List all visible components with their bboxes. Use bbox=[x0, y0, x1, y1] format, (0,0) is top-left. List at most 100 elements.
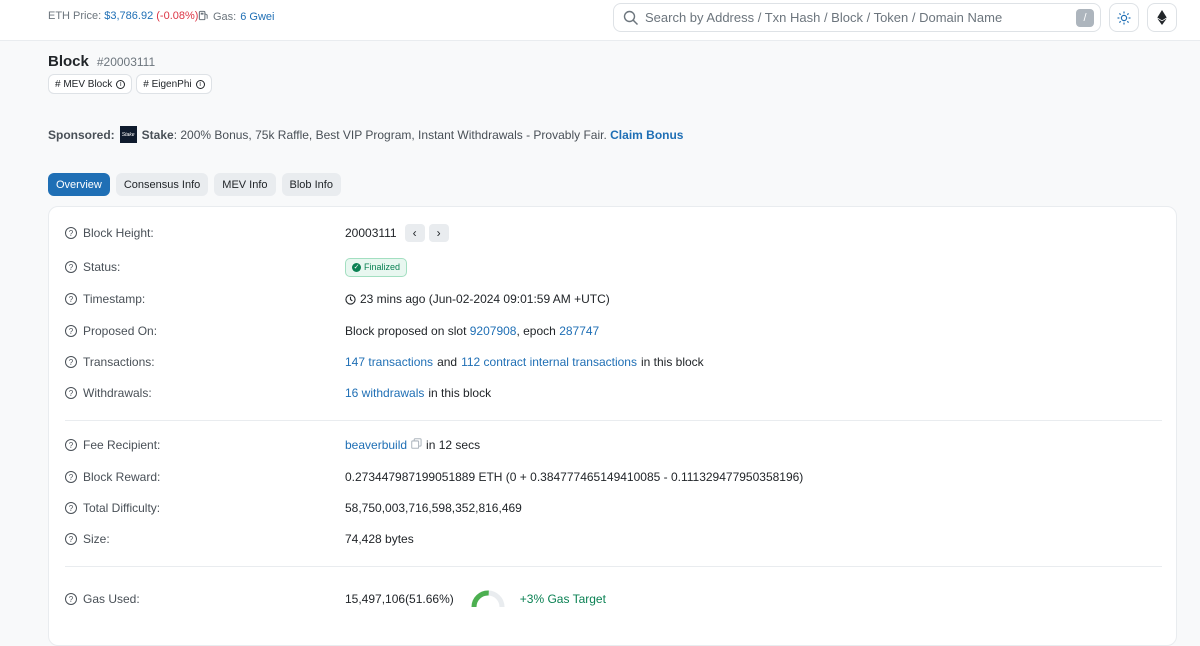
eth-price-change: (-0.08%) bbox=[156, 10, 199, 22]
sponsored-banner: Sponsored: Stake Stake: 200% Bonus, 75k … bbox=[48, 126, 683, 143]
search-shortcut-key: / bbox=[1076, 8, 1094, 27]
page-title-text: Block bbox=[48, 53, 89, 70]
copy-icon[interactable] bbox=[411, 438, 422, 452]
search-icon bbox=[623, 10, 639, 25]
check-circle-icon: ✓ bbox=[352, 262, 361, 272]
tab-consensus-info[interactable]: Consensus Info bbox=[115, 173, 209, 196]
tab-blob-info[interactable]: Blob Info bbox=[281, 173, 341, 196]
and-text: and bbox=[437, 355, 458, 369]
proposed-prefix: Block proposed on slot bbox=[345, 324, 467, 338]
row-label: Withdrawals: bbox=[83, 386, 152, 400]
network-button[interactable] bbox=[1147, 3, 1177, 32]
question-icon: ? bbox=[65, 533, 77, 545]
eth-price: ETH Price: $3,786.92 (-0.08%) bbox=[48, 10, 198, 22]
block-overview-card: ? Block Height: 20003111 ‹ › ? Status: ✓ F… bbox=[48, 206, 1177, 646]
divider bbox=[65, 566, 1162, 567]
withdrawals-link[interactable]: 16 withdrawals bbox=[345, 386, 424, 400]
row-label: Block Reward: bbox=[83, 470, 161, 484]
row-block-height: ? Block Height: 20003111 ‹ › bbox=[65, 223, 1162, 243]
sponsor-name: Stake bbox=[141, 127, 174, 142]
row-label: Timestamp: bbox=[83, 292, 146, 306]
sun-icon bbox=[1117, 11, 1131, 24]
block-number: #20003111 bbox=[96, 55, 156, 69]
status-badge: ✓ Finalized bbox=[345, 257, 408, 277]
row-label: Block Height: bbox=[83, 226, 154, 240]
stake-logo[interactable]: Stake bbox=[119, 126, 137, 143]
block-height-value: 20003111 bbox=[345, 226, 397, 240]
fee-recipient-link[interactable]: beaverbuild bbox=[345, 438, 407, 452]
question-icon: ? bbox=[65, 471, 77, 483]
question-icon: ? bbox=[65, 227, 77, 239]
block-reward-value: 0.273447987199051889 ETH (0 + 0.38477746… bbox=[345, 470, 804, 484]
total-difficulty-value: 58,750,003,716,598,352,816,469 bbox=[345, 501, 522, 515]
row-label: Transactions: bbox=[83, 355, 155, 369]
eth-price-value[interactable]: $3,786.92 bbox=[104, 10, 153, 22]
tab-bar: Overview Consensus Info MEV Info Blob In… bbox=[48, 173, 341, 196]
question-icon: ? bbox=[65, 439, 77, 451]
row-size: ? Size: 74,428 bytes bbox=[65, 529, 1162, 549]
internal-transactions-link[interactable]: 112 contract internal transactions bbox=[461, 355, 637, 369]
next-block-button[interactable]: › bbox=[428, 224, 449, 242]
claim-bonus-link[interactable]: Claim Bonus bbox=[610, 128, 683, 142]
theme-toggle-button[interactable] bbox=[1109, 3, 1139, 32]
row-label: Proposed On: bbox=[83, 324, 158, 338]
row-label: Total Difficulty: bbox=[83, 501, 161, 515]
gas-gauge bbox=[471, 590, 505, 608]
question-icon: ? bbox=[65, 356, 77, 368]
withdrawals-suffix: in this block bbox=[428, 386, 492, 400]
question-icon: ? bbox=[65, 593, 77, 605]
chevron-right-icon: › bbox=[436, 226, 441, 240]
gas-label: Gas: bbox=[213, 11, 237, 23]
gas-value[interactable]: 6 Gwei bbox=[240, 11, 274, 23]
transactions-link[interactable]: 147 transactions bbox=[345, 355, 433, 369]
row-label: Fee Recipient: bbox=[83, 438, 161, 452]
row-status: ? Status: ✓ Finalized bbox=[65, 257, 1162, 277]
tag-mev-block[interactable]: # MEV Block i bbox=[48, 74, 133, 94]
slot-link[interactable]: 9207908 bbox=[470, 324, 517, 338]
tag-eigenphi[interactable]: # EigenPhi i bbox=[136, 74, 212, 94]
epoch-link[interactable]: 287747 bbox=[559, 324, 599, 338]
question-icon: ? bbox=[65, 325, 77, 337]
row-block-reward: ? Block Reward: 0.273447987199051889 ETH … bbox=[65, 467, 1162, 487]
question-icon: ? bbox=[65, 261, 77, 273]
page-title: Block #20003111 bbox=[48, 53, 155, 70]
tag-list: # MEV Block i # EigenPhi i bbox=[48, 74, 212, 94]
row-total-difficulty: ? Total Difficulty: 58,750,003,716,598,35… bbox=[65, 498, 1162, 518]
tag-label: # MEV Block bbox=[55, 78, 113, 90]
row-timestamp: ? Timestamp: 23 mins ago (Jun-02-2024 09:… bbox=[65, 289, 1162, 309]
question-icon: ? bbox=[65, 387, 77, 399]
row-gas-used: ? Gas Used: 15,497,106 (51.66%) +3% Gas Ta… bbox=[65, 587, 1162, 611]
sponsor-text: : 200% Bonus, 75k Raffle, Best VIP Progr… bbox=[173, 127, 607, 142]
row-label: Size: bbox=[83, 532, 110, 546]
gas-pump-icon bbox=[198, 10, 209, 24]
fee-recipient-suffix: in 12 secs bbox=[426, 438, 481, 452]
chevron-left-icon: ‹ bbox=[412, 226, 417, 240]
size-value: 74,428 bytes bbox=[345, 532, 414, 546]
sponsored-label: Sponsored: bbox=[48, 127, 115, 142]
info-icon: i bbox=[195, 79, 205, 89]
timestamp-value: 23 mins ago (Jun-02-2024 09:01:59 AM +UT… bbox=[360, 292, 610, 306]
search-input[interactable] bbox=[645, 10, 1076, 25]
info-icon: i bbox=[116, 79, 126, 89]
row-label: Status: bbox=[83, 260, 121, 274]
tag-label: # EigenPhi bbox=[143, 78, 192, 90]
search-bar[interactable]: / bbox=[613, 3, 1101, 32]
clock-icon bbox=[345, 293, 356, 305]
row-transactions: ? Transactions: 147 transactions and 112 … bbox=[65, 352, 1162, 372]
gas-used-percent: (51.66%) bbox=[405, 592, 454, 606]
status-text: Finalized bbox=[364, 262, 401, 272]
row-withdrawals: ? Withdrawals: 16 withdrawals in this blo… bbox=[65, 383, 1162, 403]
proposed-mid: , epoch bbox=[516, 324, 556, 338]
divider bbox=[65, 420, 1162, 421]
top-bar: ETH Price: $3,786.92 (-0.08%) Gas: 6 Gwe… bbox=[0, 0, 1200, 41]
transactions-suffix: in this block bbox=[640, 355, 704, 369]
gas-target-text: +3% Gas Target bbox=[519, 592, 606, 606]
tab-mev-info[interactable]: MEV Info bbox=[214, 173, 276, 196]
row-proposed-on: ? Proposed On: Block proposed on slot 920… bbox=[65, 321, 1162, 341]
gas-used-value: 15,497,106 bbox=[345, 592, 406, 606]
tab-overview[interactable]: Overview bbox=[48, 173, 110, 196]
gas-price: Gas: 6 Gwei bbox=[198, 10, 274, 24]
eth-price-label: ETH Price: bbox=[48, 10, 102, 22]
question-icon: ? bbox=[65, 502, 77, 514]
prev-block-button[interactable]: ‹ bbox=[404, 224, 425, 242]
